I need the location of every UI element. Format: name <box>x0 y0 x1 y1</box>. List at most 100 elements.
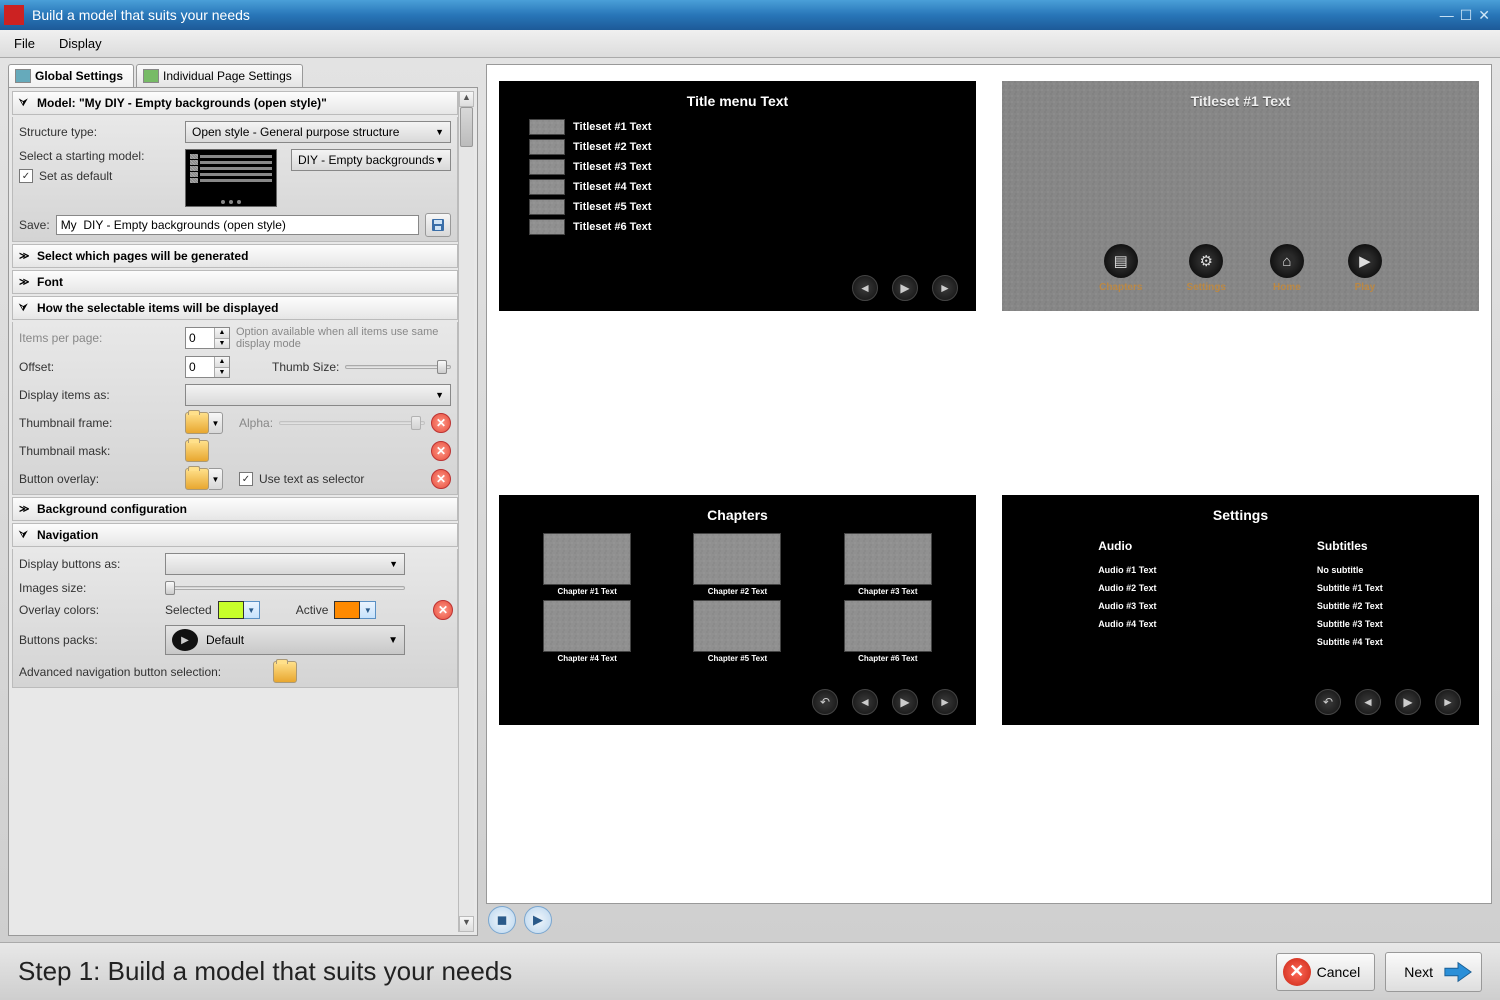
list-item: Audio #4 Text <box>1098 619 1156 629</box>
display-items-combo[interactable]: ▼ <box>185 384 451 406</box>
items-per-page-spinner[interactable]: ▲▼ <box>185 327 230 349</box>
close-icon: ✕ <box>1283 958 1311 986</box>
starting-model-label: Select a starting model: <box>19 149 179 163</box>
close-button[interactable]: ✕ <box>1478 7 1490 24</box>
section-model-header[interactable]: ⮛ Model: "My DIY - Empty backgrounds (op… <box>12 91 458 115</box>
tab-individual-settings[interactable]: Individual Page Settings <box>136 64 303 87</box>
menu-file[interactable]: File <box>14 36 35 51</box>
maximize-button[interactable]: ☐ <box>1460 7 1473 24</box>
buttons-packs-combo[interactable]: ▶ Default ▼ <box>165 625 405 655</box>
structure-type-combo[interactable]: Open style - General purpose structure ▼ <box>185 121 451 143</box>
scroll-down[interactable]: ▼ <box>459 916 474 932</box>
section-display-header[interactable]: ⮛ How the selectable items will be displ… <box>12 296 458 320</box>
selected-color-swatch[interactable] <box>218 601 244 619</box>
selected-color-drop[interactable]: ▼ <box>244 601 260 619</box>
alpha-slider[interactable] <box>279 416 425 430</box>
button-overlay-button[interactable]: ▼ <box>185 468 223 490</box>
spin-down[interactable]: ▼ <box>215 368 229 378</box>
titleset-list: Titleset #1 Text Titleset #2 Text Titles… <box>529 119 651 235</box>
use-text-selector-checkbox[interactable]: ✓ <box>239 472 253 486</box>
scroll-up[interactable]: ▲ <box>459 91 474 107</box>
nav-prev-icon[interactable]: ◄ <box>852 275 878 301</box>
thumb-mask-delete[interactable]: ✕ <box>431 441 451 461</box>
list-item: Titleset #1 Text <box>529 119 651 135</box>
step-title: Step 1: Build a model that suits your ne… <box>18 956 512 987</box>
play-button[interactable]: ▶ <box>524 906 552 934</box>
button-overlay-drop[interactable]: ▼ <box>209 468 223 490</box>
section-navigation-title: Navigation <box>37 528 98 542</box>
cancel-button[interactable]: ✕ Cancel <box>1276 953 1376 991</box>
structure-type-label: Structure type: <box>19 125 179 139</box>
gear-icon[interactable]: ⚙ <box>1189 244 1223 278</box>
save-name-input[interactable] <box>56 215 419 235</box>
chapters-icon[interactable]: ▤ <box>1104 244 1138 278</box>
section-background-header[interactable]: ≫ Background configuration <box>12 497 458 521</box>
nav-play-icon[interactable]: ▶ <box>1395 689 1421 715</box>
thumb-frame-delete[interactable]: ✕ <box>431 413 451 433</box>
panel-scrollbar[interactable]: ▲ ▼ <box>458 91 474 932</box>
list-item: Audio #2 Text <box>1098 583 1156 593</box>
images-size-slider[interactable] <box>165 581 405 595</box>
nav-prev-icon[interactable]: ◄ <box>1355 689 1381 715</box>
spin-down[interactable]: ▼ <box>215 339 229 349</box>
overlay-colors-delete[interactable]: ✕ <box>433 600 453 620</box>
list-item: Subtitle #1 Text <box>1317 583 1383 593</box>
caret-down-icon: ▼ <box>435 127 444 137</box>
thumb-mask-button[interactable] <box>185 440 209 462</box>
chapter-item: Chapter #1 Text <box>515 533 659 596</box>
nav-next-icon[interactable]: ► <box>932 689 958 715</box>
offset-input[interactable] <box>186 357 214 377</box>
tab-global-settings[interactable]: Global Settings <box>8 64 134 87</box>
offset-spinner[interactable]: ▲▼ <box>185 356 230 378</box>
menu-display[interactable]: Display <box>59 36 102 51</box>
active-color-swatch[interactable] <box>334 601 360 619</box>
thumb-frame-button[interactable]: ▼ <box>185 412 223 434</box>
scroll-track[interactable] <box>459 107 474 916</box>
list-item: Titleset #5 Text <box>529 199 651 215</box>
caret-down-icon: ▼ <box>388 635 398 646</box>
nav-play-icon[interactable]: ▶ <box>892 689 918 715</box>
subtitles-header: Subtitles <box>1317 539 1383 553</box>
minimize-button[interactable]: — <box>1440 7 1454 24</box>
tab-individual-icon <box>143 69 159 83</box>
preview-area: Title menu Text Titleset #1 Text Titlese… <box>486 64 1492 904</box>
play-icon[interactable]: ▶ <box>1348 244 1382 278</box>
set-default-checkbox[interactable]: ✓ <box>19 169 33 183</box>
nav-next-icon[interactable]: ► <box>1435 689 1461 715</box>
adv-nav-button[interactable] <box>273 661 297 683</box>
section-navigation-header[interactable]: ⮛ Navigation <box>12 523 458 547</box>
nav-next-icon[interactable]: ► <box>932 275 958 301</box>
nav-prev-icon[interactable]: ◄ <box>852 689 878 715</box>
scroll-thumb[interactable] <box>460 107 473 147</box>
display-buttons-combo[interactable]: ▼ <box>165 553 405 575</box>
stop-button[interactable]: ◼ <box>488 906 516 934</box>
preview-titleset[interactable]: Titleset #1 Text ▤Chapters ⚙Settings ⌂Ho… <box>1002 81 1479 311</box>
nav-play-icon[interactable]: ▶ <box>892 275 918 301</box>
section-display-title: How the selectable items will be display… <box>37 301 278 315</box>
home-icon[interactable]: ⌂ <box>1270 244 1304 278</box>
play-icon: ▶ <box>172 629 198 651</box>
preview-chapters[interactable]: Chapters Chapter #1 Text Chapter #2 Text… <box>499 495 976 725</box>
section-font-header[interactable]: ≫ Font <box>12 270 458 294</box>
active-color-drop[interactable]: ▼ <box>360 601 376 619</box>
chapter-item: Chapter #5 Text <box>665 600 809 663</box>
thumb-size-slider[interactable] <box>345 360 451 374</box>
section-pages-header[interactable]: ≫ Select which pages will be generated <box>12 244 458 268</box>
nav-back-icon[interactable]: ↶ <box>1315 689 1341 715</box>
list-item: Titleset #2 Text <box>529 139 651 155</box>
settings-title: Settings <box>1213 507 1268 523</box>
preview-settings[interactable]: Settings Audio Audio #1 Text Audio #2 Te… <box>1002 495 1479 725</box>
spin-up[interactable]: ▲ <box>215 328 229 339</box>
spin-up[interactable]: ▲ <box>215 357 229 368</box>
thumb-frame-drop[interactable]: ▼ <box>209 412 223 434</box>
arrow-right-icon <box>1443 959 1473 985</box>
starting-model-combo[interactable]: DIY - Empty backgrounds ▼ <box>291 149 451 171</box>
nav-back-icon[interactable]: ↶ <box>812 689 838 715</box>
subtitles-column: Subtitles No subtitle Subtitle #1 Text S… <box>1317 539 1383 647</box>
preview-title-menu[interactable]: Title menu Text Titleset #1 Text Titlese… <box>499 81 976 311</box>
items-per-page-input[interactable] <box>186 328 214 348</box>
save-button[interactable] <box>425 213 451 237</box>
next-button[interactable]: Next <box>1385 952 1482 992</box>
chapter-item: Chapter #4 Text <box>515 600 659 663</box>
button-overlay-delete[interactable]: ✕ <box>431 469 451 489</box>
